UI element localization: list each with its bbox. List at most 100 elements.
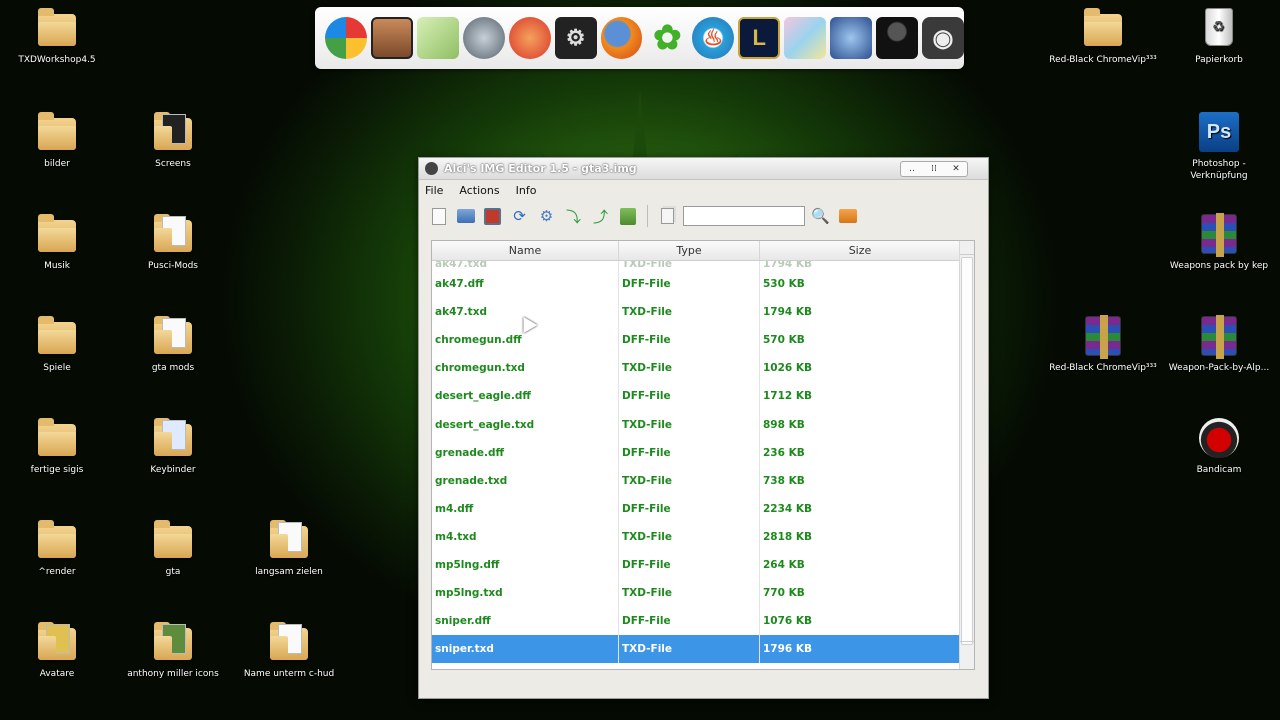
maximize-button[interactable]: ⁞⁞ [923,162,945,176]
window-controls: ‥ ⁞⁞ ✕ [900,160,968,177]
notepad-icon[interactable] [416,17,459,59]
open-folder-button[interactable] [454,205,477,228]
cell-name: m4.txd [432,522,619,551]
desktop-icon-red-black-chrome-1[interactable]: Red-Black ChromeVip³³³ [1048,6,1158,66]
desktop-icon-label: Papierkorb [1195,55,1243,65]
cell-size: 738 KB [760,466,961,495]
league-of-legends-icon[interactable]: L [738,17,781,59]
green-arrow-up-icon: ⤴ [592,207,608,226]
table-row-selected[interactable]: sniper.txd TXD-File 1796 KB [432,635,961,664]
table-row[interactable]: chromegun.txd TXD-File 1026 KB [432,354,961,383]
window-titlebar[interactable]: Alci's IMG Editor 1.5 - gta3.img ‥ ⁞⁞ ✕ [419,158,988,180]
close-button[interactable]: ✕ [945,162,967,176]
cell-type: TXD-File [619,354,760,383]
desktop-icon-weapon-pack-alp[interactable]: Weapon-Pack-by-Alp... [1164,314,1274,374]
desktop-icon-label: Pusci-Mods [147,261,199,271]
folder-icon [1081,6,1125,50]
cell-size: 1794 KB [760,261,961,270]
folder-icon [35,416,79,460]
table-row[interactable]: m4.txd TXD-File 2818 KB [432,522,961,551]
column-header-size[interactable]: Size [760,241,961,260]
desktop-icon-musik[interactable]: Musik [2,212,112,272]
desktop-icon-spiele[interactable]: Spiele [2,314,112,374]
desktop-icon-screens[interactable]: Screens [118,110,228,170]
desktop-icon-label: gta [165,567,181,577]
cell-size: 2234 KB [760,494,961,523]
desktop-icon-anthony-miller-icons[interactable]: anthony miller icons [118,620,228,680]
column-header-type[interactable]: Type [619,241,760,260]
ccleaner-icon[interactable] [508,17,551,59]
desktop-icon-gta-mods[interactable]: gta mods [118,314,228,374]
package-icon[interactable] [784,17,827,59]
desktop-icon-keybinder[interactable]: Keybinder [118,416,228,476]
desktop-icon-label: Red-Black ChromeVip³³³ [1049,363,1157,373]
delete-button[interactable] [616,205,639,228]
refresh-button[interactable]: ⟳ [508,205,531,228]
settings-button[interactable]: ⚙ [535,205,558,228]
menu-actions[interactable]: Actions [459,184,499,197]
game-art-icon[interactable] [830,17,873,59]
new-file-button[interactable] [427,205,450,228]
desktop-icon-fertige-sigis[interactable]: fertige sigis [2,416,112,476]
folder-button[interactable] [836,205,859,228]
desktop-icon-photoshop[interactable]: Ps Photoshop - Verknüpfung [1164,110,1274,182]
import-button[interactable]: ⤵ [562,205,585,228]
desktop-icon-label: Photoshop - Verknüpfung [1190,159,1248,181]
nero-icon[interactable]: ♨ [692,17,735,59]
scroll-down-arrow[interactable] [960,641,974,655]
table-row[interactable]: desert_eagle.txd TXD-File 898 KB [432,410,961,439]
floppy-disk-icon [484,207,501,225]
table-row[interactable]: desert_eagle.dff DFF-File 1712 KB [432,382,961,411]
desktop-icon-render[interactable]: ^render [2,518,112,578]
search-button[interactable]: 🔍 [809,205,832,228]
need-for-speed-icon[interactable]: ⚙ [554,17,597,59]
desktop-icon-papierkorb[interactable]: Papierkorb [1164,6,1274,66]
vertical-scrollbar[interactable] [959,241,974,669]
table-row[interactable]: ak47.txd TXD-File 1794 KB [432,261,961,270]
folder-icon [35,314,79,358]
column-header-name[interactable]: Name [432,241,619,260]
desktop-icon-bandicam[interactable]: Bandicam [1164,416,1274,476]
table-row[interactable]: mp5lng.dff DFF-File 264 KB [432,550,961,580]
gta-character-icon[interactable] [370,17,413,59]
table-row[interactable]: m4.dff DFF-File 2234 KB [432,494,961,523]
picasa-icon[interactable] [325,17,367,59]
export-button[interactable]: ⤴ [589,205,612,228]
minimize-button[interactable]: ‥ [901,162,923,176]
desktop-icon-red-black-chrome-2[interactable]: Red-Black ChromeVip³³³ [1048,314,1158,374]
search-input[interactable] [683,206,805,226]
folder-icon [151,518,195,562]
scroll-up-arrow[interactable] [960,241,974,255]
menu-info[interactable]: Info [516,184,537,197]
copy-button[interactable] [656,205,679,228]
save-button[interactable] [481,205,504,228]
desktop-icon-avatare[interactable]: Avatare [2,620,112,680]
desktop-icon-langsam-zielen[interactable]: langsam zielen [234,518,344,578]
desktop-icon-bilder[interactable]: bilder [2,110,112,170]
table-row[interactable]: grenade.dff DFF-File 236 KB [432,438,961,467]
desktop-icon-weapons-pack[interactable]: Weapons pack by kep [1164,212,1274,272]
scrollbar-thumb[interactable] [961,257,973,645]
steam-icon[interactable]: ◉ [922,17,964,59]
desktop-icon-txdworkshop[interactable]: TXDWorkshop4.5 [2,6,112,66]
cell-size: 530 KB [760,270,961,299]
desktop-icon-label: Spiele [43,363,71,373]
menu-file[interactable]: File [425,184,443,197]
character-icon[interactable] [876,17,919,59]
table-row[interactable]: ak47.dff DFF-File 530 KB [432,270,961,299]
cell-type: DFF-File [619,494,760,523]
table-row[interactable]: chromegun.dff DFF-File 570 KB [432,326,961,355]
folder-icon [151,212,195,256]
table-row[interactable]: ak47.txd TXD-File 1794 KB [432,298,961,327]
icq-icon[interactable]: ✿ [646,17,688,59]
desktop-icon-gta[interactable]: gta [118,518,228,578]
table-row[interactable]: sniper.dff DFF-File 1076 KB [432,607,961,636]
teamspeak-icon[interactable] [462,17,505,59]
desktop-icon-pusci-mods[interactable]: Pusci-Mods [118,212,228,272]
table-row[interactable]: grenade.txd TXD-File 738 KB [432,466,961,495]
desktop-icon-name-unterm-chud[interactable]: Name unterm c-hud [234,620,344,680]
menu-bar: File Actions Info [419,180,988,200]
table-row[interactable]: mp5lng.txd TXD-File 770 KB [432,579,961,608]
firefox-icon[interactable] [600,17,643,59]
desktop-icon-label: fertige sigis [30,465,84,475]
